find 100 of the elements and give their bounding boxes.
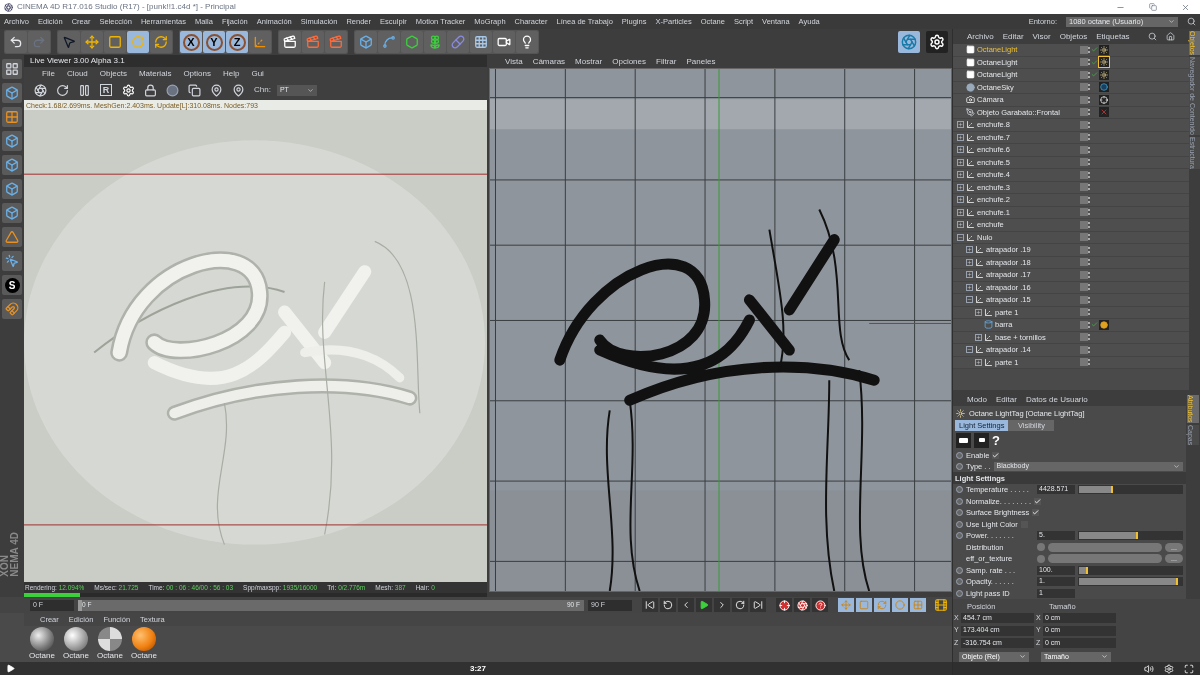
slider-track[interactable] [1078, 485, 1183, 495]
transport-button[interactable] [678, 598, 694, 612]
visibility-box[interactable] [1080, 320, 1088, 329]
expand-toggle[interactable] [975, 333, 982, 341]
menu-item[interactable]: Mostrar [575, 55, 603, 68]
transport-button[interactable] [750, 598, 766, 612]
light-icon[interactable] [956, 433, 971, 448]
expand-toggle[interactable] [957, 133, 964, 141]
tool-button[interactable] [516, 31, 538, 53]
visibility-box[interactable] [1080, 158, 1088, 167]
tag[interactable] [1099, 319, 1109, 330]
expand-toggle[interactable] [957, 183, 964, 191]
enabled-toggle[interactable] [1088, 320, 1099, 330]
texture-field[interactable] [1048, 542, 1162, 552]
help-text[interactable]: ? [992, 430, 1000, 451]
expand-toggle[interactable] [957, 158, 964, 166]
menu-item[interactable]: Modo [967, 393, 987, 406]
menu-item[interactable]: Filtrar [656, 55, 677, 68]
material-swatch[interactable] [30, 627, 54, 651]
visibility-box[interactable] [1080, 345, 1088, 354]
menu-item[interactable]: Materials [138, 67, 172, 80]
menu-item[interactable]: Datos de Usuario [1025, 393, 1088, 406]
play-icon[interactable] [6, 664, 15, 673]
record-button[interactable] [812, 598, 828, 612]
tool-button[interactable] [926, 31, 948, 53]
visibility-box[interactable] [1080, 258, 1088, 267]
tag[interactable] [1099, 44, 1109, 55]
menu-item[interactable]: Opciones [612, 55, 646, 68]
menu-item[interactable]: Objetos [1059, 30, 1088, 43]
tool-button[interactable]: R [98, 82, 114, 98]
axis-toggle[interactable]: Y [203, 31, 225, 53]
visibility-box[interactable] [1080, 308, 1088, 317]
menu-item[interactable]: Editar [1002, 30, 1024, 43]
visibility-box[interactable] [1080, 108, 1088, 117]
enabled-toggle[interactable] [1088, 70, 1099, 80]
material-swatch[interactable] [64, 627, 88, 651]
slider-track[interactable] [1078, 531, 1183, 541]
expand-toggle[interactable] [966, 296, 973, 304]
expand-toggle[interactable] [975, 358, 982, 366]
tag[interactable] [1099, 69, 1109, 80]
material-swatch[interactable] [98, 627, 122, 651]
menu-item[interactable]: File [42, 67, 55, 80]
expand-toggle[interactable] [966, 283, 973, 291]
close-icon[interactable] [1181, 2, 1190, 12]
expand-toggle[interactable] [966, 258, 973, 266]
enabled-toggle[interactable] [1088, 57, 1099, 67]
visibility-box[interactable] [1080, 120, 1088, 129]
record-button[interactable] [776, 598, 792, 612]
visibility-box[interactable] [1080, 145, 1088, 154]
visibility-box[interactable] [1080, 333, 1088, 342]
tool-button[interactable] [493, 31, 515, 53]
menu-item[interactable]: Archivo [967, 30, 994, 43]
texture-field[interactable] [1048, 554, 1162, 564]
restore-icon[interactable] [1149, 3, 1157, 11]
menu-item[interactable]: Objects [99, 67, 127, 80]
tool-button[interactable] [186, 82, 202, 98]
visibility-box[interactable] [1080, 295, 1088, 304]
expand-toggle[interactable] [957, 121, 964, 129]
checkbox[interactable] [1032, 509, 1040, 517]
visibility-box[interactable] [1080, 220, 1088, 229]
checkbox[interactable] [992, 451, 1000, 459]
visibility-box[interactable] [1080, 208, 1088, 217]
tool-button[interactable] [279, 31, 301, 53]
axis-toggle[interactable]: Z [226, 31, 248, 53]
enabled-toggle[interactable] [1088, 45, 1099, 55]
settings-icon[interactable] [1164, 663, 1174, 674]
visibility-box[interactable] [1080, 70, 1088, 79]
slider-track[interactable] [1078, 565, 1183, 575]
expand-toggle[interactable] [957, 196, 964, 204]
transport-button[interactable] [714, 598, 730, 612]
tool-button[interactable] [142, 82, 158, 98]
expand-toggle[interactable] [957, 208, 964, 216]
visibility-box[interactable] [1080, 245, 1088, 254]
tool-button[interactable] [32, 82, 48, 98]
visibility-box[interactable] [1080, 45, 1088, 54]
search-icon[interactable] [1187, 17, 1196, 26]
transport-button[interactable] [732, 598, 748, 612]
menu-item[interactable]: Editar [996, 393, 1017, 406]
menu-item[interactable]: Cámaras [532, 55, 566, 68]
material-swatch[interactable] [132, 627, 156, 651]
expand-toggle[interactable] [957, 221, 964, 229]
expand-toggle[interactable] [966, 346, 973, 354]
transport-button[interactable] [642, 598, 658, 612]
visibility-box[interactable] [1080, 233, 1088, 242]
volume-icon[interactable] [1144, 663, 1154, 674]
light-icon[interactable] [974, 433, 989, 448]
menu-item[interactable]: Cloud [66, 67, 88, 80]
tag[interactable] [1099, 57, 1109, 68]
visibility-box[interactable] [1080, 270, 1088, 279]
tag[interactable] [1099, 94, 1109, 105]
expand-toggle[interactable] [975, 308, 982, 316]
slider-thumb[interactable] [78, 599, 82, 611]
visibility-box[interactable] [1080, 195, 1088, 204]
visibility-box[interactable] [1080, 358, 1088, 367]
menu-item[interactable]: Gui [251, 67, 264, 80]
visibility-box[interactable] [1080, 283, 1088, 292]
visibility-box[interactable] [1080, 95, 1088, 104]
menu-item[interactable]: Options [183, 67, 211, 80]
menu-item[interactable]: Visor [1032, 30, 1051, 43]
menu-item[interactable]: Paneles [686, 55, 716, 68]
